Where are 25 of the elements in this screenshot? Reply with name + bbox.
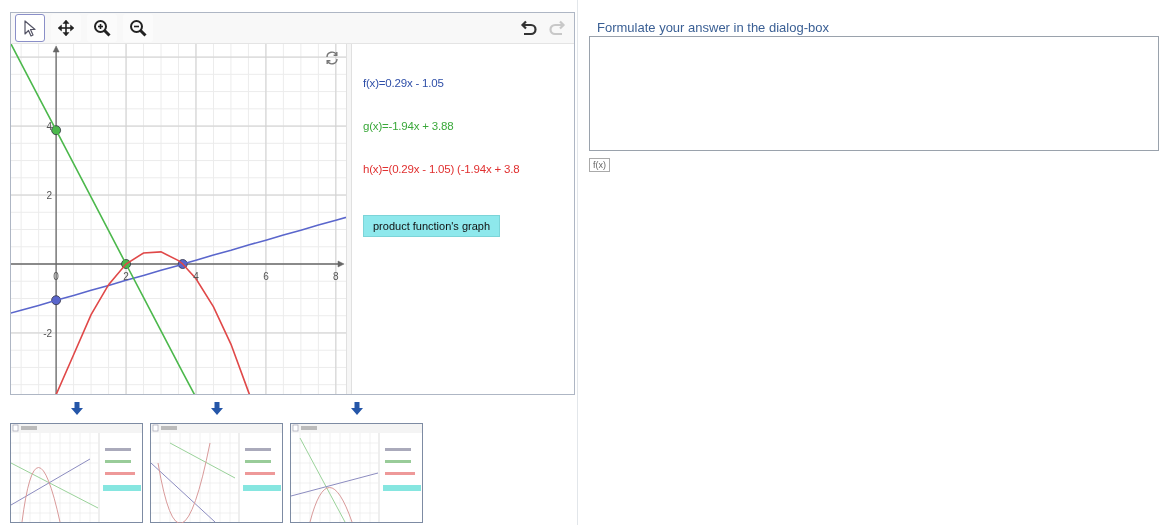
formula-button[interactable]: f(x): [589, 158, 610, 172]
tick-label: 4: [46, 121, 53, 133]
thumbnail-drawing[interactable]: [10, 423, 143, 523]
tick-label: 8: [333, 271, 339, 282]
down-arrow-icon: [350, 402, 363, 415]
down-arrow-icon: [210, 402, 223, 415]
zoom-in-icon: [92, 18, 112, 38]
answer-box[interactable]: [589, 36, 1159, 151]
function-expression[interactable]: h(x)=(0.29x - 1.05) (-1.94x + 3.8: [363, 162, 520, 176]
tick-label: 2: [123, 271, 129, 282]
question-label: Formulate your answer in the dialog-box: [596, 20, 829, 36]
tick-label: 6: [263, 271, 269, 282]
refresh-icon[interactable]: [327, 52, 337, 64]
thumbnail-drawing[interactable]: [290, 423, 423, 523]
thumbnail-drawing[interactable]: [150, 423, 283, 523]
undo-icon: [518, 18, 538, 38]
redo-icon: [548, 18, 568, 38]
tick-label: -2: [43, 327, 53, 339]
down-arrow-icon: [70, 402, 83, 415]
tool-button[interactable]: [15, 14, 45, 42]
tick-label: 2: [46, 190, 53, 202]
zoom-out-icon: [128, 18, 148, 38]
product-graph-button[interactable]: product function's graph: [363, 215, 501, 237]
function-expression[interactable]: f(x)=0.29x - 1.05: [363, 76, 444, 90]
move-icon: [56, 18, 76, 38]
